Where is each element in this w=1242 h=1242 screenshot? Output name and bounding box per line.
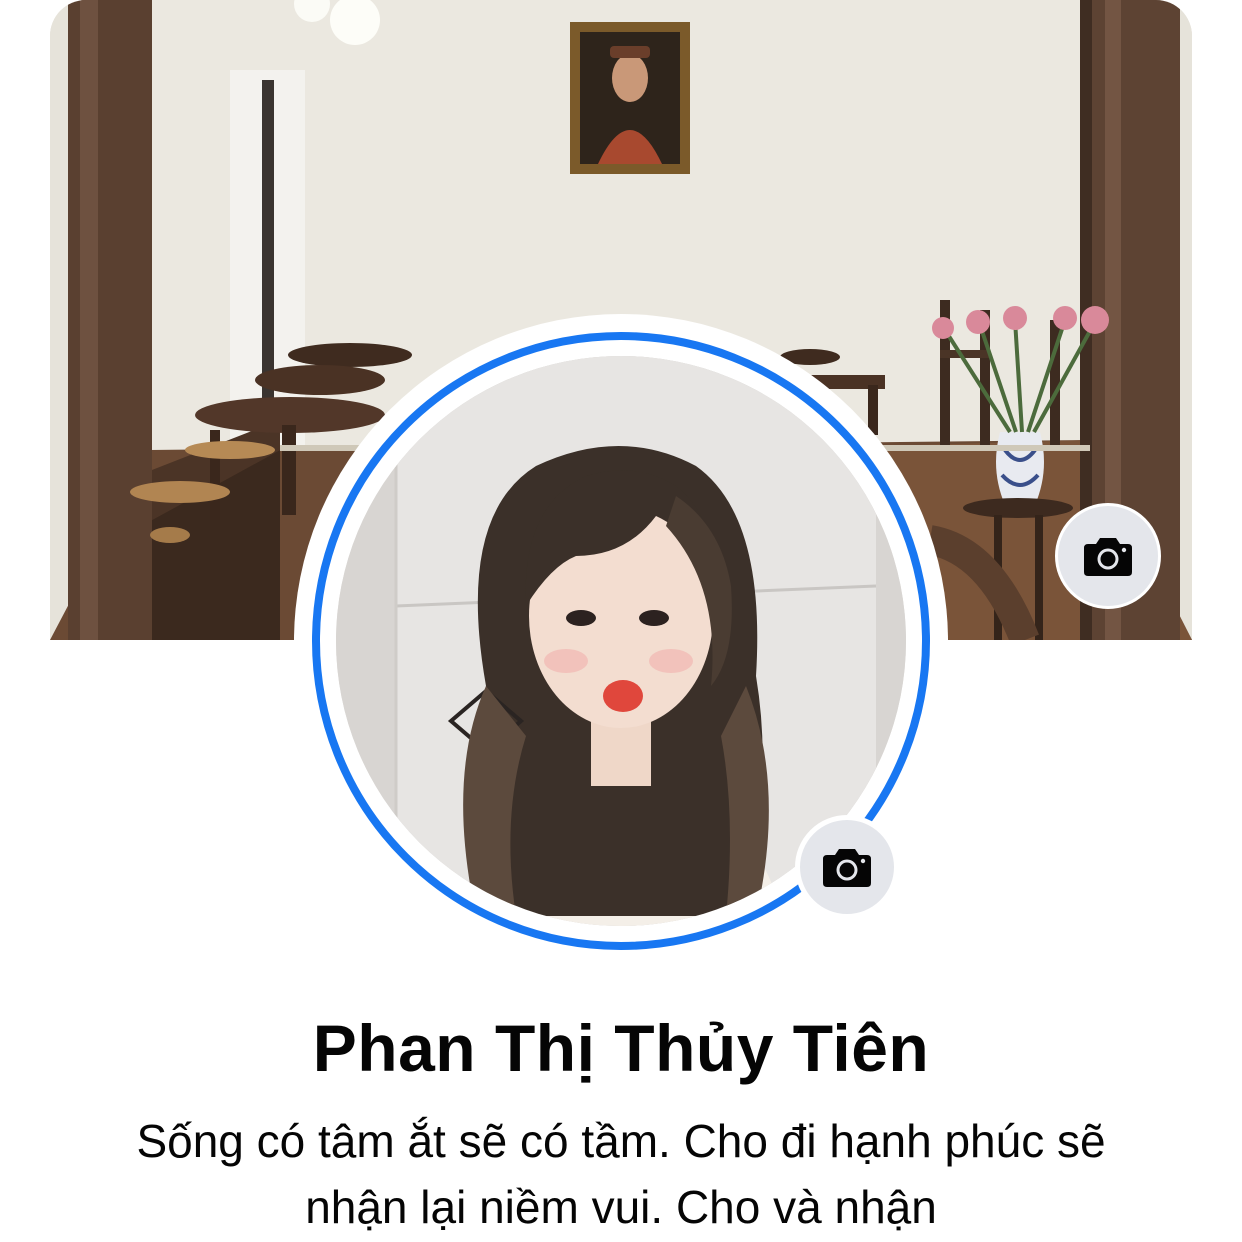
cover-photo-camera-button[interactable] <box>1055 503 1161 609</box>
camera-icon <box>823 849 871 887</box>
profile-bio-line: nhận lại niềm vui. Cho và nhận <box>305 1181 937 1233</box>
profile-bio: Sống có tâm ắt sẽ có tầm. Cho đi hạnh ph… <box>60 1108 1182 1240</box>
profile-name: Phan Thị Thủy Tiên <box>312 1011 930 1085</box>
camera-icon <box>1084 538 1132 576</box>
profile-screen: Phan Thị Thủy Tiên Sống có tâm ắt sẽ có … <box>0 0 1242 1242</box>
profile-bio-line: Sống có tâm ắt sẽ có tầm. Cho đi hạnh ph… <box>136 1115 1106 1167</box>
profile-picture-camera-button[interactable] <box>795 815 899 919</box>
